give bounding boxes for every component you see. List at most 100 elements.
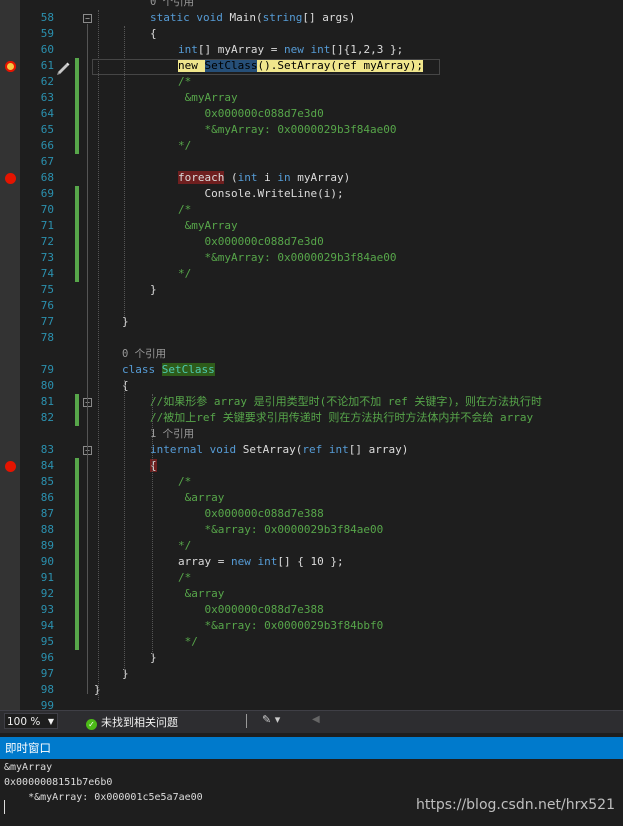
- code-line[interactable]: */: [178, 138, 191, 154]
- code-line[interactable]: 0x000000c088d7e388: [178, 602, 324, 618]
- code-line[interactable]: /*: [178, 474, 191, 490]
- current-breakpoint-icon[interactable]: [5, 61, 16, 72]
- code-line[interactable]: 0x000000c088d7e3d0: [178, 106, 323, 122]
- code-line[interactable]: &myArray: [178, 218, 238, 234]
- editor-status-bar: 100 % ▼ ✓ 未找到相关问题 ✎ ▾ ◀: [0, 710, 623, 733]
- code-line[interactable]: */: [178, 266, 191, 282]
- code-token: internal: [150, 443, 203, 456]
- breakpoint-icon[interactable]: [5, 461, 16, 472]
- code-line[interactable]: //被加上ref 关键要求引用传递时 则在方法执行时方法体内并不会给 array: [150, 410, 533, 426]
- line-number: 62: [40, 75, 54, 88]
- line-number: 66: [40, 139, 54, 152]
- code-token: */: [178, 267, 192, 280]
- immediate-window-title: 即时窗口: [0, 737, 623, 759]
- code-line[interactable]: }: [150, 282, 157, 298]
- code-token: {: [150, 27, 157, 40]
- line-number: 64: [40, 107, 54, 120]
- change-marker: [75, 202, 79, 218]
- code-token: void: [196, 11, 223, 24]
- code-token: new: [283, 43, 304, 56]
- line-number: 82: [40, 411, 54, 424]
- code-token: SetClass: [161, 363, 215, 376]
- code-line[interactable]: &array: [178, 586, 225, 602]
- pencil-icon[interactable]: [55, 59, 71, 75]
- code-line[interactable]: *&array: 0x0000029b3f84bbf0: [178, 618, 383, 634]
- scroll-left-icon[interactable]: ◀: [312, 714, 320, 725]
- code-line[interactable]: array = new int[] { 10 };: [178, 554, 344, 570]
- code-line[interactable]: //如果形参 array 是引用类型时(不论加不加 ref 关键字)，则在方法执…: [150, 394, 542, 410]
- code-line[interactable]: internal void SetArray(ref int[] array): [150, 442, 408, 458]
- code-line[interactable]: 0x000000c088d7e388: [178, 506, 323, 522]
- code-token: int: [328, 443, 349, 456]
- code-token: *&myArray: 0x0000029b3f84ae00: [178, 123, 397, 136]
- line-number: 90: [40, 555, 54, 568]
- issues-text: 未找到相关问题: [101, 716, 178, 729]
- collapse-icon[interactable]: −: [83, 14, 92, 23]
- line-number: 61: [40, 59, 54, 72]
- code-line[interactable]: class SetClass: [122, 362, 215, 378]
- reference-count[interactable]: 0 个引用: [150, 0, 194, 10]
- code-line[interactable]: *&myArray: 0x0000029b3f84ae00: [178, 122, 397, 138]
- code-line[interactable]: 0x000000c088d7e3d0: [178, 234, 323, 250]
- code-token: *&array: 0x0000029b3f84bbf0: [178, 619, 384, 632]
- code-line[interactable]: &array: [178, 490, 225, 506]
- line-number: 76: [40, 299, 54, 312]
- line-number: 95: [40, 635, 54, 648]
- code-token: 0x000000c088d7e388: [178, 603, 324, 616]
- change-marker: [75, 506, 79, 522]
- change-marker: [75, 586, 79, 602]
- code-token: }: [150, 651, 157, 664]
- line-number: 96: [40, 651, 54, 664]
- line-number: 78: [40, 331, 54, 344]
- reference-count[interactable]: 0 个引用: [122, 346, 166, 362]
- code-editor[interactable]: 0 个引用 58 − static void Main(string[] args) 5…: [0, 0, 623, 710]
- line-number: 87: [40, 507, 54, 520]
- code-line[interactable]: *&array: 0x0000029b3f84ae00: [178, 522, 383, 538]
- immediate-window[interactable]: &myArray 0x0000008151b7e6b0 *&myArray: 0…: [0, 759, 623, 826]
- code-token: }: [122, 315, 129, 328]
- zoom-dropdown[interactable]: 100 % ▼: [4, 713, 58, 729]
- code-line[interactable]: /*: [178, 202, 191, 218]
- line-number: 91: [40, 571, 54, 584]
- change-marker: [75, 138, 79, 154]
- code-line[interactable]: {: [150, 26, 157, 42]
- line-number: 88: [40, 523, 54, 536]
- code-line[interactable]: {: [122, 378, 129, 394]
- code-line[interactable]: Console.WriteLine(i);: [178, 186, 343, 202]
- code-line[interactable]: *&myArray: 0x0000029b3f84ae00: [178, 250, 396, 266]
- code-line[interactable]: static void Main(string[] args): [150, 10, 355, 26]
- code-cleanup-icon[interactable]: ✎ ▾: [262, 713, 280, 726]
- check-circle-icon: ✓: [86, 719, 97, 730]
- reference-count[interactable]: 1 个引用: [150, 426, 194, 442]
- immediate-line: &myArray: [4, 762, 53, 773]
- code-token: }: [122, 667, 129, 680]
- code-line[interactable]: }: [122, 314, 129, 330]
- change-marker: [75, 490, 79, 506]
- code-line[interactable]: foreach (int i in myArray): [178, 170, 350, 186]
- line-number: 85: [40, 475, 54, 488]
- code-line[interactable]: {: [150, 458, 157, 474]
- code-token: /*: [178, 475, 192, 488]
- line-number: 73: [40, 251, 54, 264]
- breakpoint-icon[interactable]: [5, 173, 16, 184]
- code-token: [] args): [302, 11, 356, 24]
- code-line[interactable]: /*: [178, 570, 191, 586]
- code-line[interactable]: int[] myArray = new int[]{1,2,3 };: [178, 42, 403, 58]
- code-line[interactable]: &myArray: [178, 90, 238, 106]
- code-token: {: [122, 379, 129, 392]
- issues-indicator[interactable]: ✓ 未找到相关问题: [86, 714, 178, 730]
- code-line[interactable]: */: [178, 634, 198, 650]
- line-number: 65: [40, 123, 54, 136]
- breakpoint-margin[interactable]: [0, 0, 20, 710]
- line-number: 97: [40, 667, 54, 680]
- code-line[interactable]: */: [178, 538, 191, 554]
- line-number: 58: [40, 11, 54, 24]
- change-marker: [75, 570, 79, 586]
- code-line[interactable]: }: [150, 650, 157, 666]
- code-line[interactable]: }: [122, 666, 129, 682]
- line-number: 92: [40, 587, 54, 600]
- change-marker: [75, 522, 79, 538]
- line-number: 86: [40, 491, 54, 504]
- code-line[interactable]: /*: [178, 74, 191, 90]
